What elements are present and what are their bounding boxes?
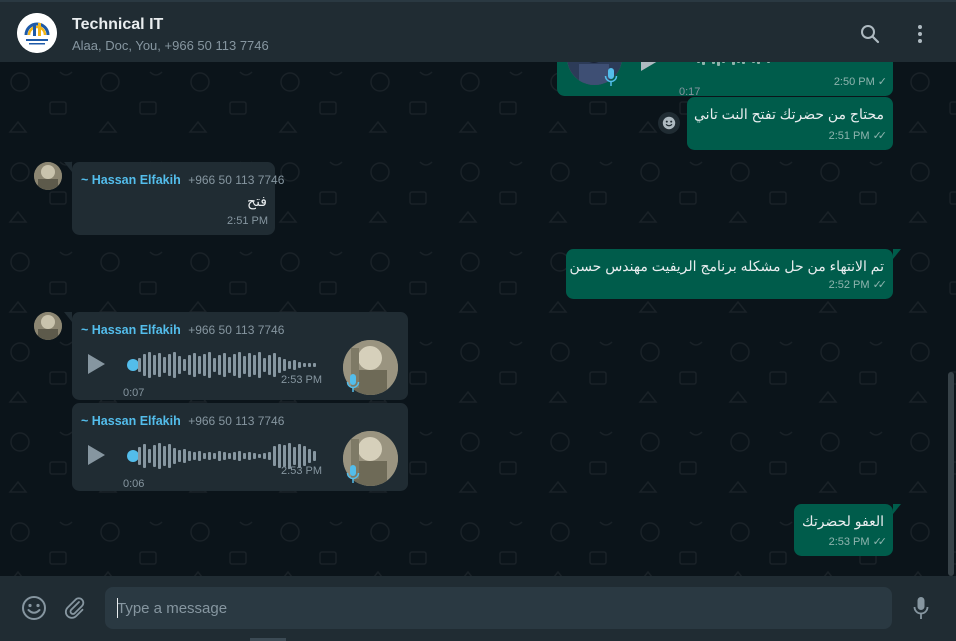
paperclip-icon: [65, 597, 85, 619]
sender-phone: +966 50 113 7746: [188, 323, 285, 337]
play-button[interactable]: [639, 62, 663, 74]
message-meta: 2:51 PM: [227, 212, 268, 231]
sender-line: ~ Hassan Elfakih +966 50 113 7746: [81, 412, 284, 431]
sender-name[interactable]: ~ Hassan Elfakih: [81, 323, 181, 337]
voice-message-incoming[interactable]: ~ Hassan Elfakih +966 50 113 7746 0:06 2…: [72, 403, 408, 491]
sender-line: ~ Hassan Elfakih +966 50 113 7746: [81, 321, 284, 340]
voice-waveform[interactable]: [697, 62, 775, 74]
chat-scrollbar[interactable]: [948, 372, 954, 576]
message-input[interactable]: [105, 587, 892, 629]
message-text: تم الانتهاء من حل مشكله برنامج الريفيت م…: [569, 258, 884, 274]
group-logo-icon: [17, 13, 57, 53]
chat-participants: Alaa, Doc, You, +966 50 113 7746: [72, 38, 269, 53]
voice-message-outgoing[interactable]: 0:17 2:50 PM ✓: [557, 62, 893, 98]
voice-mic-icon: [346, 464, 360, 484]
menu-button[interactable]: [908, 22, 932, 46]
message-meta: 2:53 PM: [281, 462, 322, 481]
emoji-icon: [22, 596, 46, 620]
emoji-icon: [662, 116, 676, 130]
emoji-button[interactable]: [21, 595, 47, 621]
microphone-icon: [913, 597, 929, 619]
message-text: محتاج من حضرتك تفتح النت تاني: [694, 106, 884, 122]
double-check-icon: ✓✓: [872, 279, 888, 291]
chat-title: Technical IT: [72, 16, 164, 33]
play-icon: [641, 62, 657, 71]
voice-mic-icon: [346, 373, 360, 393]
message-meta: 2:53 PM: [281, 371, 322, 390]
sender-name[interactable]: ~ Hassan Elfakih: [81, 173, 181, 187]
play-icon: [88, 354, 105, 374]
message-outgoing[interactable]: تم الانتهاء من حل مشكله برنامج الريفيت م…: [566, 249, 901, 299]
group-avatar[interactable]: [17, 13, 57, 53]
play-button[interactable]: [86, 444, 110, 468]
reaction-button[interactable]: [658, 112, 680, 134]
sender-phone: +966 50 113 7746: [188, 414, 285, 428]
message-time: 2:53 PM: [281, 465, 322, 477]
chat-header[interactable]: Technical IT Alaa, Doc, You, +966 50 113…: [0, 0, 956, 62]
message-text: العفو لحضرتك: [802, 513, 884, 529]
sender-phone: +966 50 113 7746: [188, 173, 285, 187]
search-button[interactable]: [858, 22, 882, 46]
message-time: 2:52 PM: [828, 279, 870, 291]
sender-avatar[interactable]: [34, 162, 62, 190]
message-incoming[interactable]: ~ Hassan Elfakih +966 50 113 7746 فتح 2:…: [64, 162, 284, 235]
message-meta: 2:52 PM ✓✓: [828, 276, 888, 295]
search-icon: [861, 25, 880, 44]
message-time: 2:51 PM: [227, 215, 268, 227]
message-meta: 2:51 PM ✓✓: [828, 127, 888, 146]
message-time: 2:53 PM: [281, 374, 322, 386]
voice-duration: 0:07: [123, 387, 145, 399]
message-time: 2:53 PM: [828, 536, 870, 548]
double-check-icon: ✓✓: [872, 536, 888, 548]
message-time: 2:50 PM: [833, 76, 875, 88]
chat-title-block[interactable]: Technical IT Alaa, Doc, You, +966 50 113…: [72, 15, 269, 55]
play-icon: [88, 445, 105, 465]
single-check-icon: ✓: [877, 76, 887, 88]
message-time: 2:51 PM: [828, 130, 870, 142]
message-meta: 2:53 PM ✓✓: [828, 533, 888, 552]
attach-button[interactable]: [62, 595, 88, 621]
double-check-icon: ✓✓: [872, 130, 888, 142]
message-outgoing[interactable]: العفو لحضرتك 2:53 PM ✓✓: [794, 504, 901, 556]
text-caret: [117, 598, 118, 618]
sender-line: ~ Hassan Elfakih +966 50 113 7746: [81, 171, 284, 190]
message-text: فتح: [247, 193, 267, 209]
kebab-menu-icon: [918, 25, 922, 43]
voice-duration: 0:06: [123, 478, 145, 490]
voice-message-incoming[interactable]: ~ Hassan Elfakih +966 50 113 7746 0:07 2…: [64, 312, 408, 400]
composer-bar: [0, 576, 956, 641]
sender-avatar[interactable]: [34, 312, 62, 340]
message-list[interactable]: 0:17 2:50 PM ✓ محتاج من حضرتك تفتح النت …: [0, 62, 956, 576]
play-button[interactable]: [86, 353, 110, 377]
message-outgoing[interactable]: محتاج من حضرتك تفتح النت تاني 2:51 PM ✓✓: [687, 97, 893, 150]
voice-record-button[interactable]: [908, 595, 934, 621]
voice-mic-icon: [604, 67, 618, 87]
message-meta: 2:50 PM ✓: [833, 73, 887, 92]
sender-name[interactable]: ~ Hassan Elfakih: [81, 414, 181, 428]
